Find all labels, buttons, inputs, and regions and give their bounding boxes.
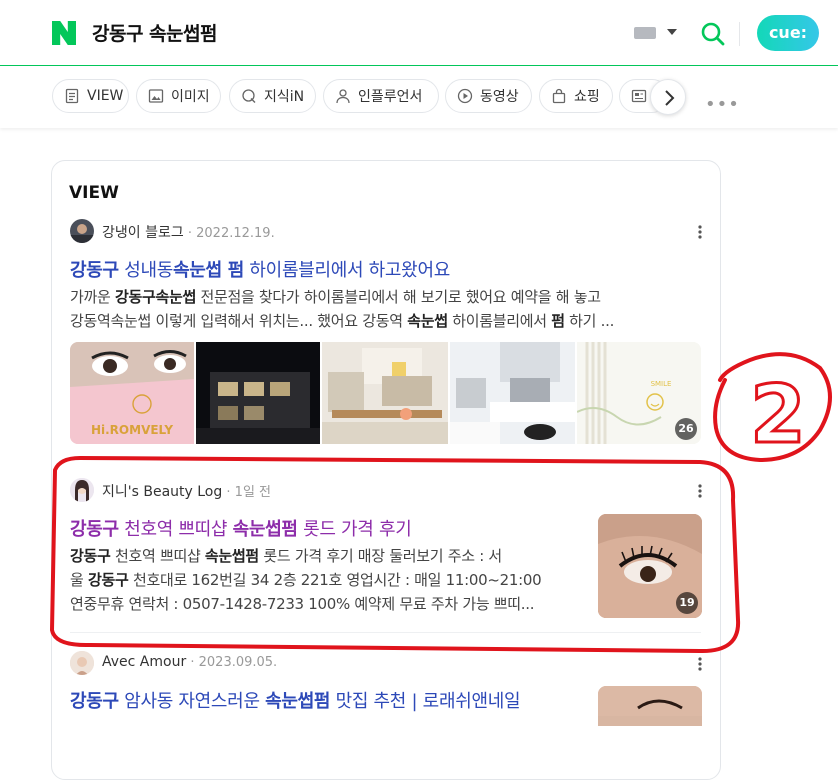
post-divider [70, 632, 701, 633]
post-date: 2023.09.05. [198, 655, 278, 670]
author-name: 강냉이 블로그 [102, 225, 184, 241]
tab-label: 지식iN [264, 89, 305, 105]
post-image[interactable] [450, 342, 575, 444]
more-options-icon[interactable] [698, 657, 702, 671]
post-image[interactable] [196, 342, 320, 444]
post-date: 1일 전 [234, 485, 271, 500]
avatar-photo [70, 224, 94, 243]
image-icon [148, 89, 164, 103]
post-author[interactable]: Avec Amour · 2023.09.05. [102, 654, 277, 670]
avatar[interactable] [70, 219, 94, 243]
post-snippet[interactable]: 가까운 강동구속눈썹 전문점을 찾다가 하이롬블리에서 해 보기로 했어요 예약… [70, 285, 710, 333]
image-count-badge: 19 [676, 592, 698, 614]
shop-sign-text: Hi.ROMVELY [91, 423, 173, 437]
search-header: 강동구 속눈썹펌 cue: [0, 0, 838, 66]
post-image[interactable]: SMILE 26 [577, 342, 701, 444]
avatar[interactable] [70, 651, 94, 675]
post-photo [450, 342, 575, 444]
search-query-text[interactable]: 강동구 속눈썹펌 [92, 19, 217, 46]
post-thumbnail[interactable]: 19 [598, 514, 702, 618]
tab-label: 이미지 [171, 89, 210, 105]
avatar-photo [70, 478, 94, 502]
svg-text:SMILE: SMILE [651, 380, 672, 388]
post-title-link[interactable]: 강동구 천호역 쁘띠샵 속눈썹펌 롯드 가격 후기 [70, 515, 412, 541]
tab-label: 동영상 [480, 89, 519, 105]
post-title-link[interactable]: 강동구 성내동속눈썹 펌 하이롬블리에서 하고왔어요 [70, 256, 450, 282]
naver-logo[interactable] [52, 21, 76, 45]
post-title-link[interactable]: 강동구 암사동 자연스러운 속눈썹펌 맛집 추천 | 로래쉬앤네일 [70, 687, 521, 713]
author-name: 지니's Beauty Log [102, 484, 223, 500]
post-image[interactable]: Hi.ROMVELY [70, 342, 194, 444]
kin-icon [242, 89, 256, 103]
author-name: Avec Amour [102, 654, 187, 670]
post-photo: Hi.ROMVELY [70, 342, 194, 444]
more-options-icon[interactable] [698, 225, 702, 239]
post-thumbnail[interactable] [598, 686, 702, 726]
annotation-number: 2 [750, 368, 806, 461]
post-photo [196, 342, 320, 444]
post-photo [322, 342, 448, 444]
tab-label: 인플루언서 [358, 89, 423, 105]
chevron-down-icon[interactable] [667, 29, 677, 35]
eyelash-photo [598, 686, 702, 716]
tab-kin[interactable]: 지식iN [229, 79, 316, 113]
tab-label: VIEW [87, 88, 124, 104]
more-options-icon[interactable] [698, 484, 702, 498]
image-count-badge: 26 [675, 418, 697, 440]
more-tabs-icon[interactable]: ••• [705, 94, 740, 115]
keyboard-icon[interactable] [634, 27, 656, 39]
tab-view[interactable]: VIEW [52, 79, 129, 113]
section-title: VIEW [69, 183, 119, 203]
post-snippet[interactable]: 강동구 천호역 쁘띠샵 속눈썹펌 롯드 가격 후기 매장 둘러보기 주소 : 서… [70, 544, 580, 616]
shopping-bag-icon [552, 88, 566, 104]
header-divider [739, 22, 740, 46]
tab-influencer[interactable]: 인플루언서 [323, 79, 439, 113]
cue-button[interactable]: cue: [757, 15, 819, 51]
tab-video[interactable]: 동영상 [445, 79, 532, 113]
chevron-right-icon [665, 90, 675, 106]
post-date: 2022.12.19. [196, 226, 275, 241]
search-icon[interactable] [700, 21, 726, 47]
post-image[interactable] [322, 342, 448, 444]
tabs-next-button[interactable] [650, 79, 686, 115]
person-icon [336, 89, 350, 104]
post-author[interactable]: 지니's Beauty Log · 1일 전 [102, 481, 271, 501]
post-author[interactable]: 강냉이 블로그 · 2022.12.19. [102, 222, 275, 242]
avatar-photo [70, 651, 94, 675]
play-icon [457, 88, 473, 104]
news-icon [631, 89, 647, 103]
avatar[interactable] [70, 478, 94, 502]
tab-label: 쇼핑 [574, 89, 600, 105]
tab-images[interactable]: 이미지 [136, 79, 221, 113]
tab-shopping[interactable]: 쇼핑 [539, 79, 613, 113]
document-icon [65, 88, 79, 104]
